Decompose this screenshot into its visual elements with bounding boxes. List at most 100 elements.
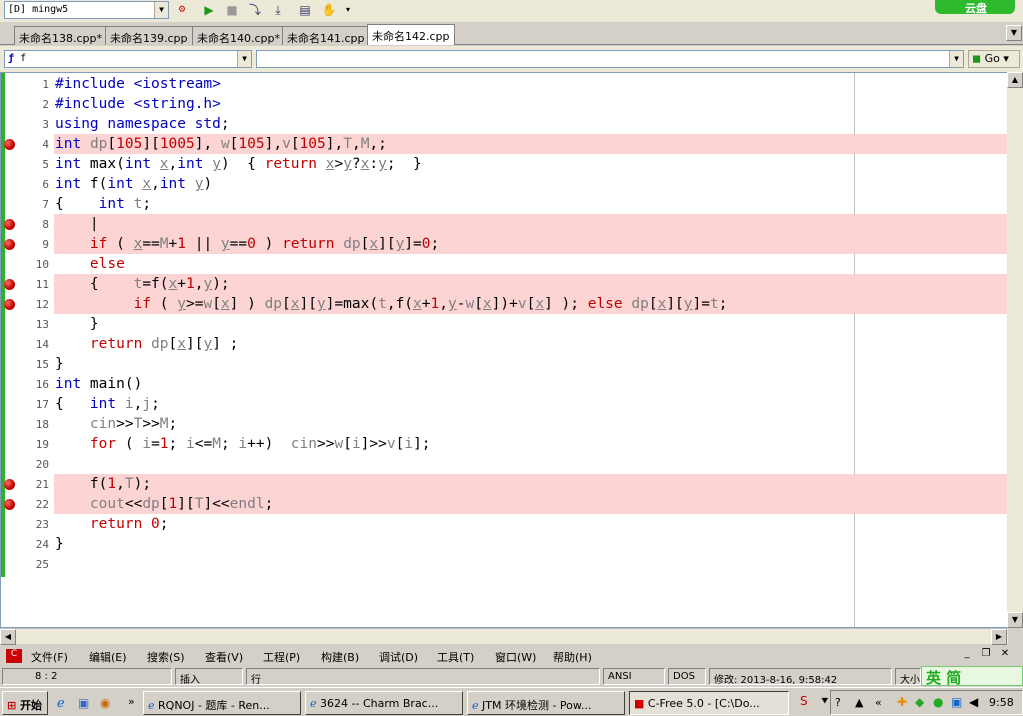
horizontal-scrollbar[interactable]: ◀ ▶ — [0, 628, 1008, 645]
shield-icon[interactable]: ◆ — [915, 695, 924, 709]
code-line[interactable]: 16 int main() — [1, 374, 1007, 394]
menu-window[interactable]: 窗口(W) — [495, 649, 536, 665]
ie-icon[interactable]: ℯ — [57, 696, 65, 711]
antivirus-icon[interactable]: ● — [933, 695, 943, 709]
clock[interactable]: 9:58 — [989, 696, 1014, 709]
breakpoint-icon[interactable] — [4, 139, 15, 150]
menu-view[interactable]: 查看(V) — [205, 649, 243, 665]
code-line[interactable]: 20 — [1, 454, 1007, 474]
breakpoint-icon[interactable] — [4, 499, 15, 510]
tray-up-icon[interactable]: ▲ — [855, 696, 863, 709]
toolbar-overflow-icon[interactable]: ▾ — [342, 2, 354, 18]
volume-icon[interactable]: ◀ — [969, 695, 978, 709]
code-line[interactable]: 14 return dp[x][y] ; — [1, 334, 1007, 354]
code-line[interactable]: 9 if ( x==M+1 || y==0 ) return dp[x][y]=… — [1, 234, 1007, 254]
start-button[interactable]: ⊞ 开始 — [2, 691, 48, 715]
code-line[interactable]: 12 if ( y>=w[x] ) dp[x][y]=max(t,f(x+1,y… — [1, 294, 1007, 314]
code-line[interactable]: 19 for ( i=1; i<=M; i++) cin>>w[i]>>v[i]… — [1, 434, 1007, 454]
code-line[interactable]: 6 int f(int x,int y) — [1, 174, 1007, 194]
code-line[interactable]: 8 | — [1, 214, 1007, 234]
ime-indicator[interactable]: 英 简 — [921, 666, 1023, 687]
media-player-icon[interactable]: ◉ — [100, 696, 110, 710]
menu-search[interactable]: 搜索(S) — [147, 649, 185, 665]
help-icon[interactable]: ? — [835, 696, 841, 709]
go-button[interactable]: ◼ Go ▾ — [968, 50, 1020, 68]
cloud-button[interactable]: 云盘 — [935, 0, 1015, 15]
code-line[interactable]: 17 { int i,j; — [1, 394, 1007, 414]
menu-edit[interactable]: 编辑(E) — [89, 649, 127, 665]
debug-into-icon[interactable]: ⤓ — [270, 2, 286, 18]
stop-icon[interactable]: ■ — [224, 2, 240, 18]
tray-menu-icon[interactable]: ⯆ — [820, 694, 830, 709]
code-line[interactable]: 7 { int t; — [1, 194, 1007, 214]
code-line[interactable]: 24} — [1, 534, 1007, 554]
code-line[interactable]: 5 int max(int x,int y) { return x>y?x:y; … — [1, 154, 1007, 174]
code-text: } — [55, 316, 99, 332]
breakpoint-icon[interactable] — [4, 219, 15, 230]
code-line[interactable]: 4 int dp[105][1005], w[105],v[105],T,M,; — [1, 134, 1007, 154]
menu-debug[interactable]: 调试(D) — [379, 649, 418, 665]
run-icon[interactable]: ▶ — [201, 2, 217, 18]
tray-app-icon[interactable]: ✚ — [897, 695, 907, 709]
debug-step-icon[interactable]: ⤵ — [247, 2, 263, 18]
tab-file-138[interactable]: 未命名138.cpp* — [14, 26, 108, 45]
symbol-select[interactable]: ▼ — [256, 50, 964, 68]
taskbar-item-rqnoj[interactable]: ℯ RQNOJ - 题库 - Ren... — [143, 691, 301, 715]
breakpoint-icon[interactable] — [4, 299, 15, 310]
tab-file-141[interactable]: 未命名141.cpp — [282, 26, 370, 45]
menu-file[interactable]: 文件(F) — [31, 649, 68, 665]
function-select[interactable]: ƒ f ▼ — [4, 50, 252, 68]
tab-file-140[interactable]: 未命名140.cpp* — [192, 26, 286, 45]
code-line[interactable]: 10 else — [1, 254, 1007, 274]
code-line[interactable]: 3 using namespace std; — [1, 114, 1007, 134]
code-line[interactable]: 25 — [1, 554, 1007, 574]
breakpoint-icon[interactable] — [4, 239, 15, 250]
document-icon[interactable]: ▤ — [297, 2, 313, 18]
menu-tools[interactable]: 工具(T) — [437, 649, 474, 665]
desktop-icon[interactable]: ▣ — [78, 696, 89, 710]
chevron-down-icon[interactable]: ▼ — [949, 51, 963, 67]
hand-icon[interactable]: ✋ — [321, 2, 337, 18]
compile-run-icon[interactable]: ⚙ — [174, 2, 190, 18]
code-line[interactable]: 15} — [1, 354, 1007, 374]
quicklaunch-overflow-icon[interactable]: » — [128, 695, 135, 708]
vertical-scrollbar[interactable]: ▲ ▼ — [1007, 72, 1023, 629]
file-tabs: 未命名138.cpp* 未命名139.cpp 未命名140.cpp* 未命名14… — [0, 22, 1023, 45]
network-icon[interactable]: ▣ — [951, 695, 962, 709]
sogou-icon[interactable]: S — [800, 694, 808, 708]
code-line[interactable]: 21 f(1,T); — [1, 474, 1007, 494]
menu-project[interactable]: 工程(P) — [263, 649, 300, 665]
compiler-select[interactable]: [D] mingw5 ▼ — [4, 1, 169, 19]
code-line[interactable]: 2 #include <string.h> — [1, 94, 1007, 114]
tray-expand-icon[interactable]: « — [875, 696, 882, 709]
breakpoint-icon[interactable] — [4, 479, 15, 490]
menu-build[interactable]: 构建(B) — [321, 649, 359, 665]
breakpoint-icon[interactable] — [4, 279, 15, 290]
taskbar-item-jtm[interactable]: ℯ JTM 环境检测 - Pow... — [467, 691, 625, 715]
code-line[interactable]: 1 #include <iostream> — [1, 74, 1007, 94]
restore-icon[interactable]: ❐ — [979, 648, 993, 662]
menu-help[interactable]: 帮助(H) — [553, 649, 592, 665]
code-line[interactable]: 18 cin>>T>>M; — [1, 414, 1007, 434]
chevron-down-icon[interactable]: ▼ — [237, 51, 251, 67]
code-line[interactable]: 11 { t=f(x+1,y); — [1, 274, 1007, 294]
tab-file-142[interactable]: 未命名142.cpp — [367, 24, 455, 45]
code-line[interactable]: 23 return 0; — [1, 514, 1007, 534]
tab-scroll-icon[interactable]: ▼ — [1006, 25, 1022, 41]
taskbar-item-charm[interactable]: ℯ 3624 -- Charm Brac... — [305, 691, 463, 715]
scroll-right-icon[interactable]: ▶ — [991, 629, 1007, 645]
chevron-down-icon[interactable]: ▼ — [154, 2, 168, 18]
taskbar-item-label: JTM 环境检测 - Pow... — [482, 699, 592, 712]
minimize-icon[interactable]: _ — [960, 648, 974, 662]
code-editor[interactable]: 1 #include <iostream> 2 #include <string.h>… — [0, 72, 1008, 628]
scroll-up-icon[interactable]: ▲ — [1007, 72, 1023, 88]
scroll-left-icon[interactable]: ◀ — [0, 629, 16, 645]
code-text: } — [55, 356, 64, 372]
code-line[interactable]: 22 cout<<dp[1][T]<<endl; — [1, 494, 1007, 514]
close-icon[interactable]: ✕ — [998, 648, 1012, 662]
app-icon[interactable]: C — [6, 649, 22, 663]
code-line[interactable]: 13 } — [1, 314, 1007, 334]
tab-file-139[interactable]: 未命名139.cpp — [105, 26, 193, 45]
scroll-down-icon[interactable]: ▼ — [1007, 612, 1023, 628]
taskbar-item-cfree[interactable]: ■ C-Free 5.0 - [C:\Do... — [629, 691, 789, 715]
